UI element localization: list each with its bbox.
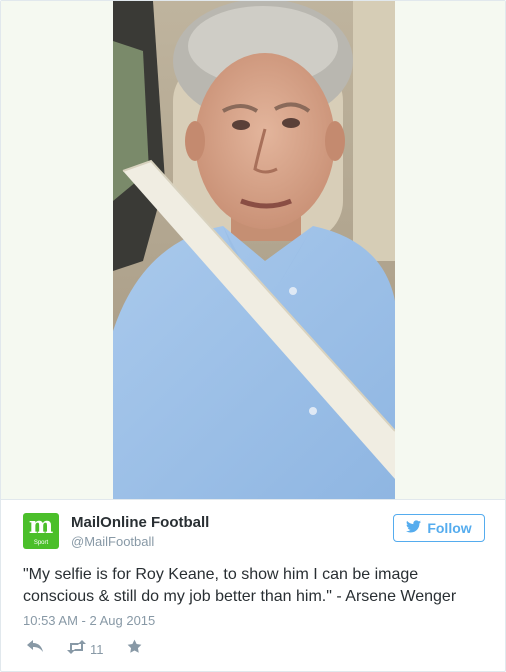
tweet-card: m Sport MailOnline Football @MailFootbal… xyxy=(0,0,506,672)
tweet-photo[interactable] xyxy=(113,1,395,499)
retweet-count: 11 xyxy=(90,641,104,657)
selfie-image xyxy=(113,1,395,499)
twitter-bird-icon xyxy=(406,520,422,536)
tweet-timestamp[interactable]: 10:53 AM - 2 Aug 2015 xyxy=(23,613,155,628)
author-handle[interactable]: @MailFootball xyxy=(71,534,154,549)
tweet-media[interactable] xyxy=(1,1,505,500)
reply-button[interactable] xyxy=(27,639,43,659)
retweet-icon xyxy=(67,639,86,659)
star-icon xyxy=(127,639,142,659)
tweet-text: "My selfie is for Roy Keane, to show him… xyxy=(23,566,457,605)
tweet-header: m Sport MailOnline Football @MailFootbal… xyxy=(23,511,485,551)
avatar-logo-subtext: Sport xyxy=(33,540,49,546)
follow-button[interactable]: Follow xyxy=(393,514,485,542)
follow-label: Follow xyxy=(427,520,472,536)
retweet-button[interactable]: 11 xyxy=(67,639,104,659)
author-name[interactable]: MailOnline Football xyxy=(71,514,209,531)
avatar[interactable]: m Sport xyxy=(23,513,59,549)
tweet-actions: 11 xyxy=(23,639,223,659)
reply-icon xyxy=(27,639,43,659)
favorite-button[interactable] xyxy=(127,639,142,659)
avatar-logo-text: m xyxy=(28,513,54,539)
